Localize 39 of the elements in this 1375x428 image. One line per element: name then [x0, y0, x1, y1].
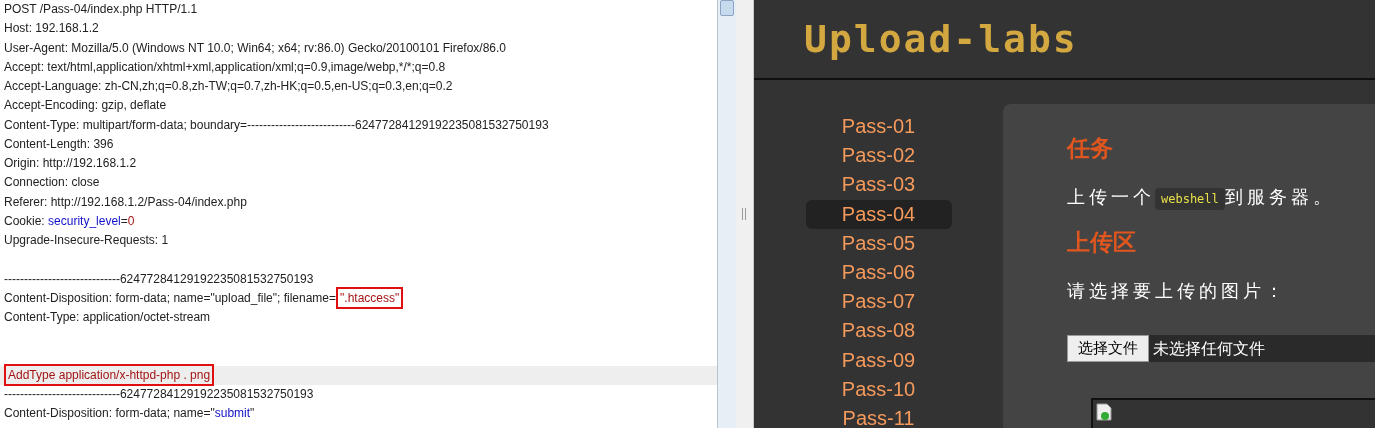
nav-link[interactable]: Pass-11 — [805, 403, 952, 428]
request-line: Host: 192.168.1.2 — [3, 20, 100, 38]
section-heading: 任务 — [1067, 135, 1114, 163]
request-line: -----------------------------62477284129192235081532750193 — [3, 270, 315, 288]
nav-link[interactable]: Pass-04 — [805, 199, 952, 229]
request-line: Referer: http://192.168.1.2/Pass-04/index.php — [3, 193, 248, 211]
request-line: Content-Disposition: form-data; name="upload_file"; filename= ".htaccess" — [0, 288, 717, 308]
section-heading: 上传区 — [1067, 229, 1137, 257]
nav-link[interactable]: Pass-09 — [805, 345, 952, 375]
splitter-handle-icon[interactable] — [742, 208, 747, 220]
nav-link[interactable]: Pass-07 — [805, 287, 952, 317]
site-logo[interactable]: Upload-labs — [804, 17, 1078, 61]
request-line: Origin: http://192.168.1.2 — [3, 155, 138, 172]
nav-link[interactable]: Pass-02 — [805, 141, 952, 171]
request-line: Accept-Encoding: gzip, deflate — [3, 97, 168, 115]
choose-file-button[interactable]: 选择文件 — [1067, 335, 1149, 362]
request-line: -----------------------------62477284129192235081532750193 — [3, 386, 315, 403]
request-line: Connection: close — [3, 174, 101, 192]
request-line: Content-Length: 396 — [3, 135, 115, 153]
nav-link[interactable]: Pass-06 — [805, 257, 952, 288]
nav-link[interactable]: Pass-05 — [805, 228, 952, 258]
request-line: Cookie: security_level=0 — [3, 212, 136, 230]
request-line: POST /Pass-04/index.php HTTP/1.1 — [3, 1, 199, 18]
task-description: 上传一个 webshell 到服务器。 — [1067, 182, 1375, 214]
upload-prompt: 请选择要上传的图片： — [1067, 280, 1288, 303]
nav-link[interactable]: Pass-10 — [805, 374, 952, 404]
request-line: Accept-Language: zh-CN,zh;q=0.8,zh-TW;q=0.7,zh-HK;q=0.5,en-US;q=0.3,en;q=0.2 — [3, 78, 454, 95]
request-line: Accept: text/html,application/xhtml+xml,application/xml;q=0.9,image/webp,*/*;q=0.8 — [3, 58, 447, 76]
broken-image-icon — [1096, 403, 1112, 421]
request-line: Upgrade-Insecure-Requests: 1 — [3, 232, 170, 249]
nav-link[interactable]: Pass-03 — [805, 170, 952, 200]
scrollbar[interactable] — [717, 0, 736, 428]
request-line: Content-Disposition: form-data; name="submit" — [3, 405, 256, 423]
file-status: 未选择任何文件 — [1152, 338, 1265, 360]
request-line: Content-Type: multipart/form-data; boundary=---------------------------62477284129192235081532750193 — [3, 116, 550, 134]
nav-link[interactable]: Pass-01 — [805, 112, 952, 142]
request-line: User-Agent: Mozilla/5.0 (Windows NT 10.0; Win64; x64; rv:86.0) Gecko/20100101 Firefox/86.0 — [3, 39, 507, 57]
nav-link[interactable]: Pass-08 — [805, 316, 952, 346]
request-line: Content-Type: application/octet-stream — [3, 309, 212, 326]
